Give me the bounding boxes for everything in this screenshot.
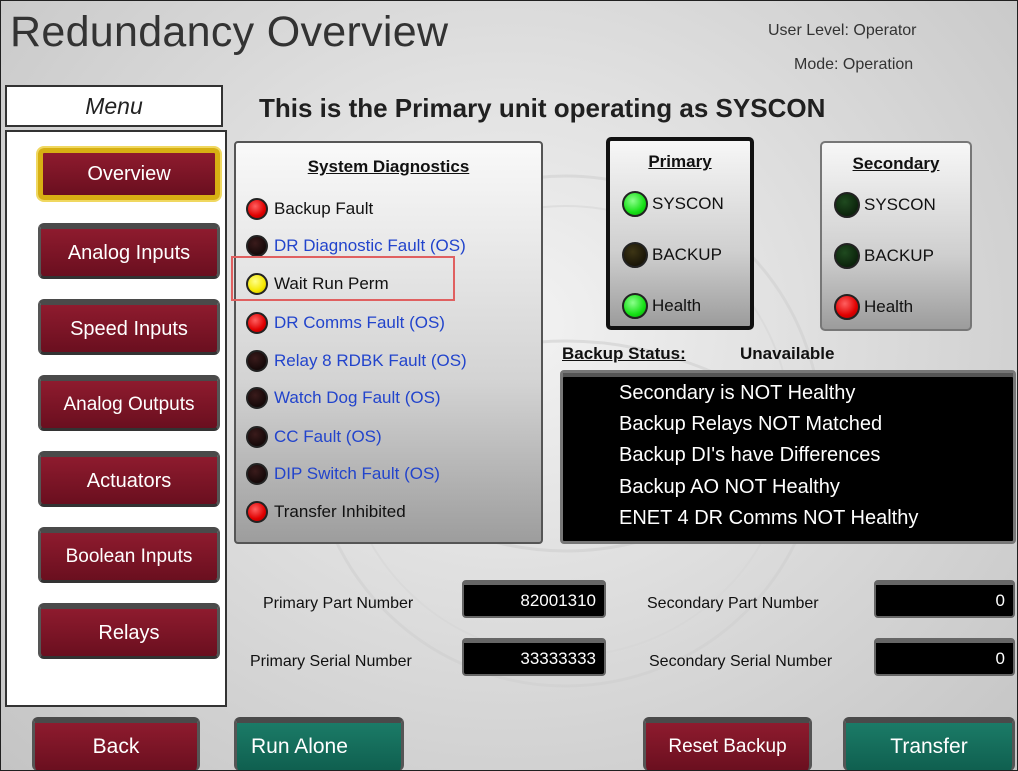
secondary-syscon-led (834, 192, 860, 218)
primary-serial-number-label: Primary Serial Number (250, 653, 412, 670)
diagnostics-title: System Diagnostics (307, 157, 470, 176)
diag-label: DIP Switch Fault (OS) (274, 464, 440, 483)
secondary-title: Secondary (852, 154, 940, 173)
primary-syscon-row: SYSCON (622, 189, 724, 219)
diag-label: Watch Dog Fault (OS) (274, 388, 441, 407)
primary-health-row: Health (622, 291, 701, 321)
backup-fault-led (246, 198, 268, 220)
diag-label: DR Diagnostic Fault (OS) (274, 236, 466, 255)
diag-item: Watch Dog Fault (OS) (246, 385, 441, 411)
menu-button-boolean-inputs[interactable]: Boolean Inputs (38, 527, 220, 583)
secondary-health-led (834, 294, 860, 320)
menu-button-analog-inputs[interactable]: Analog Inputs (38, 223, 220, 279)
secondary-backup-label: BACKUP (864, 246, 934, 265)
primary-health-led (622, 293, 648, 319)
primary-backup-led (622, 242, 648, 268)
primary-serial-number-value: 33333333 (462, 638, 606, 676)
diag-item: Transfer Inhibited (246, 499, 406, 525)
primary-title: Primary (648, 152, 712, 171)
primary-part-number-label: Primary Part Number (263, 595, 414, 612)
reset-backup-button[interactable]: Reset Backup (643, 717, 812, 770)
menu-header: Menu (5, 85, 223, 127)
menu-button-speed-inputs[interactable]: Speed Inputs (38, 299, 220, 355)
menu-button-actuators[interactable]: Actuators (38, 451, 220, 507)
page-title: Redundancy Overview (10, 8, 449, 56)
diag-item: CC Fault (OS) (246, 424, 382, 450)
back-button[interactable]: Back (32, 717, 200, 770)
status-message: Secondary is NOT Healthy (619, 382, 856, 404)
primary-backup-row: BACKUP (622, 240, 722, 270)
diag-label: Backup Fault (274, 199, 374, 218)
diag-item: Backup Fault (246, 196, 373, 222)
diag-item: DR Comms Fault (OS) (246, 310, 445, 336)
status-message: ENET 4 DR Comms NOT Healthy (619, 507, 919, 529)
primary-part-number-value: 82001310 (462, 580, 606, 618)
backup-status-messages: Secondary is NOT Healthy Backup Relays N… (560, 370, 1016, 544)
secondary-unit-panel: Secondary SYSCON BACKUP Health (820, 141, 972, 331)
screen-frame: Redundancy Overview User Level: Operator… (0, 0, 1018, 771)
secondary-syscon-row: SYSCON (834, 190, 936, 220)
system-diagnostics-panel: System Diagnostics Backup Fault DR Diagn… (234, 141, 543, 544)
status-message: Backup DI's have Differences (619, 444, 881, 466)
menu-button-overview[interactable]: Overview (38, 148, 220, 200)
secondary-health-label: Health (864, 297, 914, 316)
secondary-part-number-value: 0 (874, 580, 1015, 618)
menu-button-analog-outputs[interactable]: Analog Outputs (38, 375, 220, 431)
primary-unit-panel: Primary SYSCON BACKUP Health (606, 137, 754, 330)
diag-label: Relay 8 RDBK Fault (OS) (274, 351, 467, 370)
diag-label: Transfer Inhibited (274, 502, 406, 521)
transfer-inhibited-led (246, 501, 268, 523)
status-message: Backup Relays NOT Matched (619, 413, 883, 435)
status-message: Backup AO NOT Healthy (619, 476, 840, 498)
diag-label: CC Fault (OS) (274, 427, 382, 446)
relay-8-rdbk-fault-led (246, 350, 268, 372)
diag-item: DIP Switch Fault (OS) (246, 461, 440, 487)
dr-diagnostic-fault-led (246, 235, 268, 257)
secondary-part-number-label: Secondary Part Number (647, 595, 819, 612)
secondary-syscon-label: SYSCON (864, 195, 936, 214)
dip-switch-fault-led (246, 463, 268, 485)
cc-fault-led (246, 426, 268, 448)
secondary-backup-row: BACKUP (834, 241, 934, 271)
secondary-health-row: Health (834, 292, 913, 322)
user-level-text: User Level: Operator (768, 22, 917, 39)
secondary-backup-led (834, 243, 860, 269)
secondary-serial-number-value: 0 (874, 638, 1015, 676)
transfer-button[interactable]: Transfer (843, 717, 1015, 770)
run-alone-button[interactable]: Run Alone (234, 717, 404, 770)
secondary-serial-number-label: Secondary Serial Number (649, 653, 833, 670)
dr-comms-fault-led (246, 312, 268, 334)
highlight-box (231, 256, 455, 301)
diag-label: DR Comms Fault (OS) (274, 313, 445, 332)
primary-syscon-label: SYSCON (652, 194, 724, 213)
backup-status-value: Unavailable (740, 344, 835, 363)
primary-health-label: Health (652, 296, 702, 315)
watch-dog-fault-led (246, 387, 268, 409)
menu-panel: Overview Analog Inputs Speed Inputs Anal… (5, 130, 227, 707)
primary-backup-label: BACKUP (652, 245, 722, 264)
menu-button-relays[interactable]: Relays (38, 603, 220, 659)
backup-status-label: Backup Status: (562, 344, 686, 363)
unit-status-heading: This is the Primary unit operating as SY… (259, 93, 826, 123)
primary-syscon-led (622, 191, 648, 217)
diag-item: Relay 8 RDBK Fault (OS) (246, 348, 467, 374)
mode-text: Mode: Operation (794, 56, 914, 73)
